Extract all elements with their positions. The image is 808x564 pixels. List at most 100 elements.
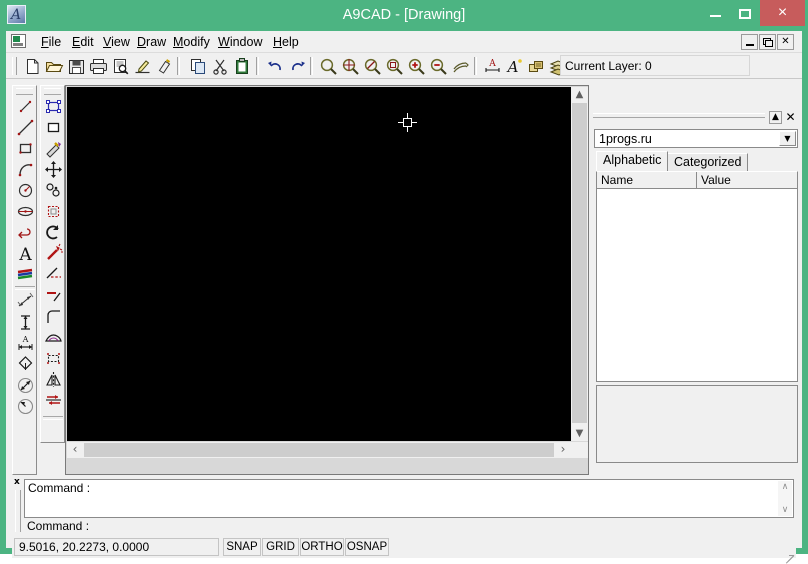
undo-arrow-icon[interactable]	[265, 56, 286, 77]
mdi-close-button[interactable]: ✕	[777, 34, 794, 50]
new-icon[interactable]	[22, 56, 43, 77]
pan-hand-icon[interactable]	[450, 56, 471, 77]
zoom-dynamic-icon[interactable]	[362, 56, 383, 77]
rotate-tool[interactable]	[43, 222, 64, 243]
stretch-tool[interactable]	[43, 390, 64, 411]
circle-tool[interactable]	[15, 180, 36, 201]
menu-file[interactable]: File	[36, 33, 66, 51]
text-style-icon[interactable]: A	[504, 56, 525, 77]
print-preview-icon[interactable]	[110, 56, 131, 77]
explode-tool[interactable]	[43, 243, 64, 264]
mdi-restore-button[interactable]	[759, 34, 776, 50]
arc-tool[interactable]	[15, 159, 36, 180]
scroll-left-arrow[interactable]: ‹	[67, 442, 83, 458]
command-history[interactable]: Command : ∧ ∨	[24, 479, 794, 518]
properties-panel-caption[interactable]	[593, 113, 765, 118]
canvas-vertical-scrollbar[interactable]: ▲ ▼	[571, 87, 588, 441]
zoom-in-icon[interactable]	[406, 56, 427, 77]
text-tool[interactable]: A	[15, 243, 36, 264]
cut-scissors-icon[interactable]	[210, 56, 231, 77]
resize-grip[interactable]	[781, 544, 795, 564]
scroll-up-arrow[interactable]: ▲	[571, 87, 588, 102]
osnap-toggle[interactable]: OSNAP	[345, 538, 389, 556]
dim-diameter-tool[interactable]	[15, 375, 36, 396]
column-header-name[interactable]: Name	[597, 172, 697, 188]
chevron-down-icon[interactable]: ▼	[779, 131, 796, 146]
offset-tool[interactable]	[43, 348, 64, 369]
copy-object-tool[interactable]	[43, 180, 64, 201]
menu-edit[interactable]: Edit	[67, 33, 99, 51]
dim-aligned-tool[interactable]	[15, 291, 36, 312]
tab-categorized[interactable]: Categorized	[667, 153, 749, 171]
window-minimize-button[interactable]	[700, 0, 730, 28]
trim-tool[interactable]	[43, 264, 64, 285]
select-tool[interactable]	[43, 96, 64, 117]
menu-modify[interactable]: Modify	[168, 33, 215, 51]
menu-help[interactable]: Help	[268, 33, 304, 51]
save-disk-icon[interactable]	[66, 56, 87, 77]
array-tool[interactable]	[43, 201, 64, 222]
horizontal-scroll-thumb[interactable]	[84, 443, 554, 457]
paste-clipboard-icon[interactable]	[232, 56, 253, 77]
scroll-down-arrow[interactable]: ▼	[571, 426, 588, 441]
tab-alphabetic[interactable]: Alphabetic	[596, 151, 669, 171]
rectangle-tool[interactable]	[15, 138, 36, 159]
format-painter-icon[interactable]	[154, 56, 175, 77]
pen-edit-icon[interactable]	[132, 56, 153, 77]
draw-toolbar-grip[interactable]	[16, 88, 33, 95]
copy-icon[interactable]	[188, 56, 209, 77]
print-icon[interactable]	[88, 56, 109, 77]
command-input[interactable]: Command :	[24, 519, 794, 534]
vertical-scroll-thumb[interactable]	[572, 103, 587, 423]
window-maximize-button[interactable]	[730, 0, 760, 28]
zoom-extents-icon[interactable]	[384, 56, 405, 77]
chamfer-tool[interactable]	[43, 327, 64, 348]
hatch-tool[interactable]	[15, 264, 36, 285]
scroll-right-arrow[interactable]: ›	[555, 442, 571, 458]
dim-linear-tool[interactable]: A	[15, 333, 36, 354]
command-scroll-up-arrow[interactable]: ∧	[778, 481, 792, 493]
window-close-button[interactable]: ×	[760, 0, 805, 26]
grid-toggle[interactable]: GRID	[262, 538, 299, 556]
object-selector-combobox[interactable]: 1progs.ru ▼	[594, 129, 798, 148]
menu-draw[interactable]: Draw	[132, 33, 171, 51]
menu-window[interactable]: Window	[213, 33, 267, 51]
snap-toggle[interactable]: SNAP	[223, 538, 261, 556]
erase-tool[interactable]	[43, 117, 64, 138]
zoom-all-icon[interactable]	[340, 56, 361, 77]
modify-toolbar-grip[interactable]	[44, 88, 61, 95]
line-tool[interactable]	[15, 96, 36, 117]
redo-arrow-icon[interactable]	[287, 56, 308, 77]
menu-view[interactable]: View	[98, 33, 135, 51]
command-scroll-down-arrow[interactable]: ∨	[778, 504, 792, 516]
canvas-horizontal-scrollbar[interactable]: ‹ ›	[67, 442, 571, 458]
mdi-minimize-button[interactable]	[741, 34, 758, 50]
ellipse-tool[interactable]	[15, 201, 36, 222]
extend-tool[interactable]	[43, 285, 64, 306]
polyline-tool[interactable]	[15, 117, 36, 138]
command-close-icon[interactable]: x	[14, 478, 20, 487]
fillet-tool[interactable]	[43, 306, 64, 327]
current-layer-display[interactable]: Current Layer: 0	[560, 55, 750, 76]
column-header-value[interactable]: Value	[697, 172, 797, 188]
command-window-gripper[interactable]: x	[12, 478, 23, 535]
properties-icon[interactable]	[526, 56, 547, 77]
ortho-toggle[interactable]: ORTHO	[300, 538, 344, 556]
spline-tool[interactable]	[15, 222, 36, 243]
paint-properties-tool[interactable]	[43, 138, 64, 159]
zoom-out-icon[interactable]	[428, 56, 449, 77]
zoom-window-icon[interactable]	[318, 56, 339, 77]
drawing-canvas[interactable]	[67, 87, 571, 441]
properties-grid[interactable]: Name Value	[596, 171, 798, 382]
dim-vertical-tool[interactable]	[15, 312, 36, 333]
command-history-scrollbar[interactable]: ∧ ∨	[778, 481, 792, 516]
document-icon[interactable]	[11, 34, 26, 48]
properties-close-icon[interactable]: ✕	[784, 111, 797, 124]
dimension-style-icon[interactable]: A	[482, 56, 503, 77]
auto-hide-pin-icon[interactable]: ▲	[769, 111, 782, 124]
move-tool[interactable]	[43, 159, 64, 180]
dim-leader-tool[interactable]	[15, 354, 36, 375]
toolbar-grip[interactable]	[12, 57, 17, 75]
dim-radius-tool[interactable]	[15, 396, 36, 417]
mirror-tool[interactable]	[43, 369, 64, 390]
